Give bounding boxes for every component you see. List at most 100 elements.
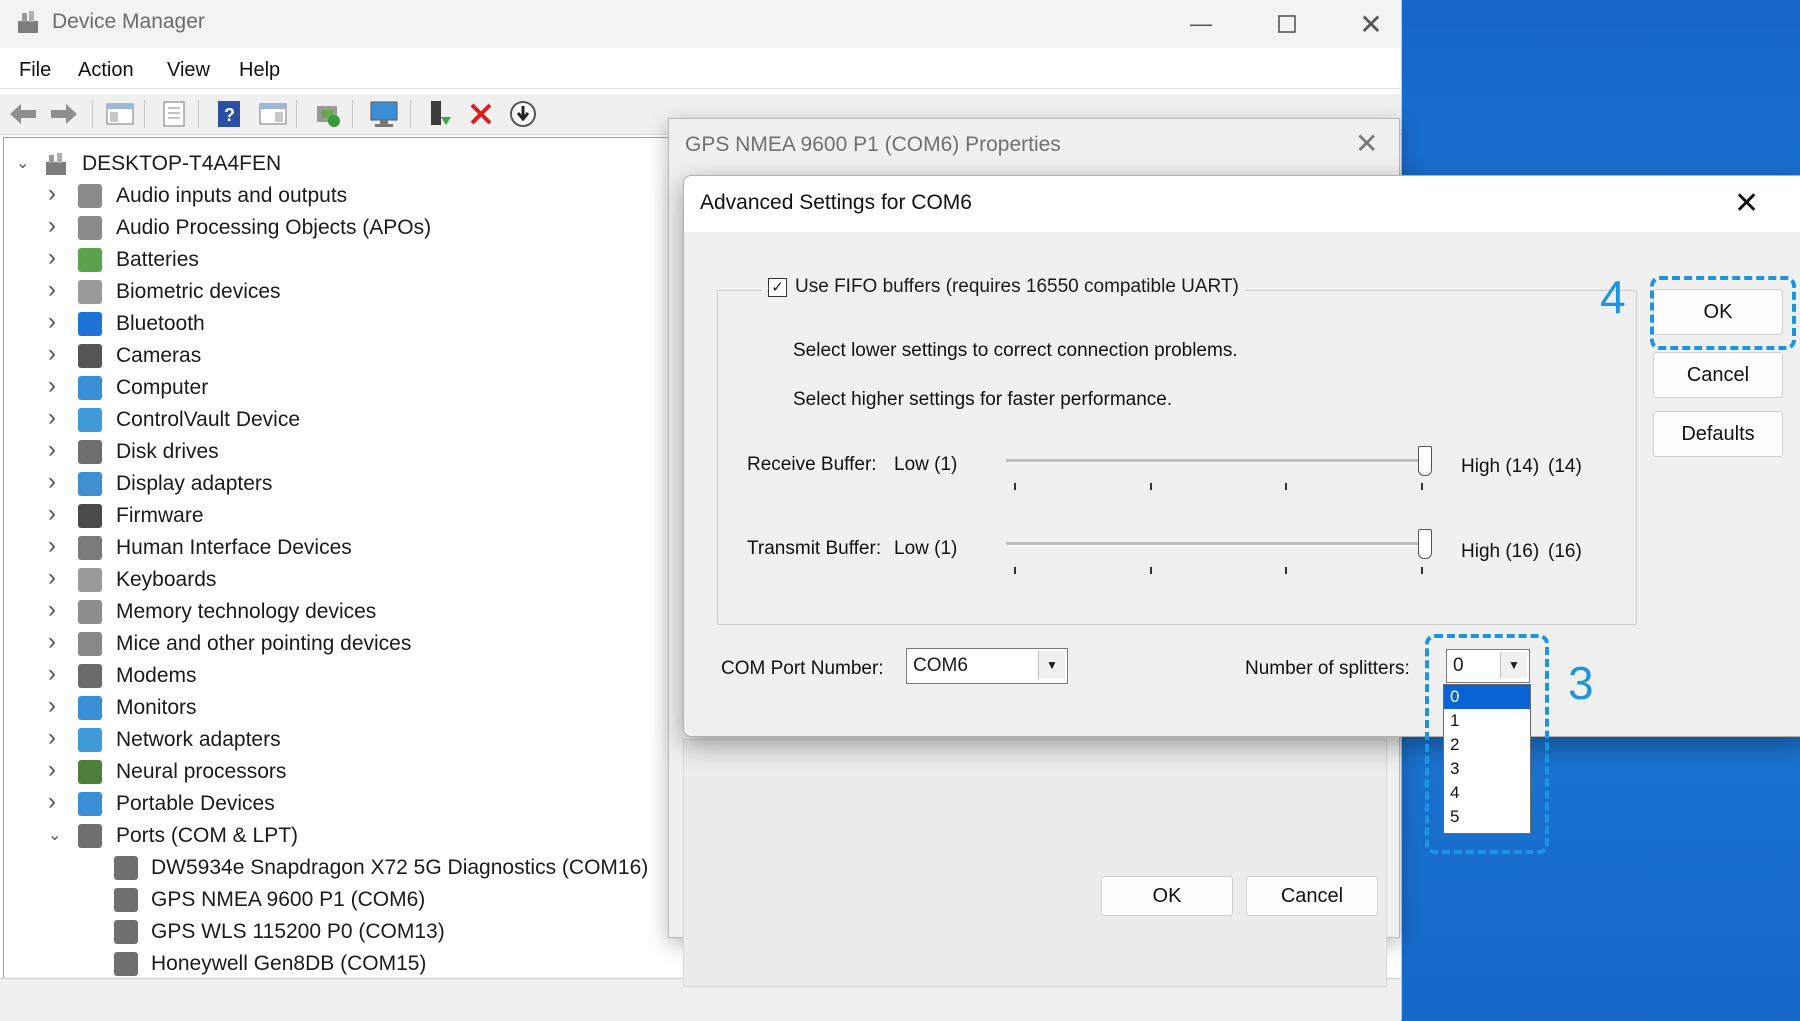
tree-category-label: Modems [116, 664, 197, 687]
monitor-icon [78, 696, 102, 720]
chevron-right-icon[interactable]: › [48, 246, 62, 270]
port-icon [78, 824, 102, 848]
slider-tick [1014, 483, 1016, 490]
chevron-right-icon[interactable]: › [48, 470, 62, 494]
chevron-right-icon[interactable]: › [48, 182, 62, 206]
chevron-right-icon[interactable]: › [48, 758, 62, 782]
modem-icon [78, 664, 102, 688]
fifo-checkbox[interactable]: ✓ [768, 277, 787, 297]
enable-device-button[interactable] [424, 98, 456, 130]
chevron-right-icon[interactable]: › [48, 566, 62, 590]
chevron-down-icon[interactable]: ⌄ [48, 828, 62, 844]
chevron-right-icon[interactable]: › [48, 374, 62, 398]
chevron-right-icon[interactable]: › [48, 310, 62, 334]
advanced-cancel-button[interactable]: Cancel [1653, 352, 1783, 398]
receive-high-label: High (14) [1461, 456, 1540, 477]
menu-view[interactable]: View [167, 59, 210, 82]
receive-buffer-slider-track[interactable] [1006, 459, 1424, 463]
chevron-right-icon[interactable]: › [48, 726, 62, 750]
menu-help[interactable]: Help [239, 59, 280, 82]
monitor-icon [78, 376, 102, 400]
firmware-icon [78, 504, 102, 528]
action-pane-button[interactable] [257, 98, 289, 130]
chevron-right-icon[interactable]: › [48, 214, 62, 238]
back-button[interactable] [7, 98, 39, 130]
step-4-number: 4 [1600, 271, 1626, 323]
tree-category-label: Human Interface Devices [116, 536, 352, 559]
port-icon [114, 856, 138, 880]
advanced-dialog-title-bar: Advanced Settings for COM6 ✕ [684, 176, 1800, 232]
chevron-down-icon[interactable]: ▼ [1038, 651, 1065, 679]
tree-category-label: Audio inputs and outputs [116, 184, 348, 207]
tree-category-label: Firmware [116, 504, 204, 527]
memory-icon [78, 600, 102, 624]
tree-category-label: Memory technology devices [116, 600, 377, 623]
advanced-defaults-button[interactable]: Defaults [1653, 411, 1783, 457]
properties-sheet-icon [163, 101, 185, 127]
receive-low-label: Low (1) [894, 454, 958, 475]
chevron-right-icon[interactable]: › [48, 534, 62, 558]
tree-category-label: Neural processors [116, 760, 287, 783]
tree-category-label: Audio Processing Objects (APOs) [116, 216, 432, 239]
forward-button[interactable] [48, 98, 80, 130]
chevron-right-icon[interactable]: › [48, 630, 62, 654]
close-icon: ✕ [1359, 8, 1383, 40]
receive-buffer-slider-thumb[interactable] [1418, 446, 1432, 476]
chevron-down-icon[interactable]: ⌄ [16, 156, 30, 172]
chevron-right-icon[interactable]: › [48, 278, 62, 302]
transmit-buffer-slider-thumb[interactable] [1418, 529, 1432, 559]
scan-hardware-button[interactable] [368, 98, 400, 130]
maximize-button[interactable] [1254, 0, 1320, 48]
network-monitor-icon [78, 728, 102, 752]
chevron-right-icon[interactable]: › [48, 662, 62, 686]
speaker-icon [78, 184, 102, 208]
step-4-ok-highlight [1650, 276, 1796, 350]
menu-action[interactable]: Action [78, 59, 134, 82]
uninstall-device-button[interactable] [465, 98, 497, 130]
disable-device-button[interactable] [507, 98, 539, 130]
port-icon [114, 952, 138, 976]
advanced-close-button[interactable]: ✕ [1734, 186, 1759, 221]
fifo-checkbox-row[interactable]: ✓ Use FIFO buffers (requires 16550 compa… [762, 276, 1245, 298]
properties-ok-button[interactable]: OK [1101, 876, 1233, 916]
chevron-right-icon[interactable]: › [48, 406, 62, 430]
transmit-buffer-label: Transmit Buffer: [747, 538, 882, 559]
com-port-select[interactable]: COM6 ▼ [906, 648, 1068, 684]
chevron-right-icon[interactable]: › [48, 694, 62, 718]
update-driver-button[interactable] [311, 98, 343, 130]
chip-icon [78, 760, 102, 784]
hint-lower-text: Select lower settings to correct connect… [793, 340, 1238, 361]
minimize-icon: — [1190, 11, 1212, 36]
chevron-right-icon[interactable]: › [48, 598, 62, 622]
chevron-right-icon[interactable]: › [48, 342, 62, 366]
disk-icon [78, 440, 102, 464]
menu-file[interactable]: File [19, 59, 51, 82]
toolbar-separator [92, 100, 93, 128]
device-manager-app-icon [18, 11, 38, 33]
receive-buffer-label: Receive Buffer: [747, 454, 877, 475]
chevron-right-icon[interactable]: › [48, 502, 62, 526]
properties-close-button[interactable]: ✕ [1355, 127, 1378, 160]
show-hide-console-tree-button[interactable] [104, 98, 136, 130]
help-toolbar-button[interactable]: ? [213, 98, 245, 130]
menu-bar: File Action View Help [0, 52, 1401, 89]
properties-toolbar-button[interactable] [158, 98, 190, 130]
forward-arrow-icon [51, 104, 77, 124]
port-icon [114, 888, 138, 912]
chevron-right-icon[interactable]: › [48, 438, 62, 462]
port-device-label: Honeywell Gen8DB (COM15) [151, 952, 427, 975]
tree-category-label: Mice and other pointing devices [116, 632, 412, 655]
action-pane-icon [259, 103, 287, 125]
fingerprint-icon [78, 280, 102, 304]
tree-category-label: Bluetooth [116, 312, 205, 335]
transmit-buffer-slider-track[interactable] [1006, 542, 1424, 546]
mouse-icon [78, 632, 102, 656]
properties-cancel-button[interactable]: Cancel [1246, 876, 1378, 916]
minimize-button[interactable]: — [1168, 0, 1234, 48]
close-button[interactable]: ✕ [1338, 0, 1404, 48]
tree-root-label: DESKTOP-T4A4FEN [82, 152, 282, 175]
portable-device-icon [78, 792, 102, 816]
chevron-right-icon[interactable]: › [48, 790, 62, 814]
device-tree: ⌄ DESKTOP-T4A4FEN › Audio inputs and outp… [3, 137, 684, 978]
title-bar: Device Manager — ✕ [0, 0, 1401, 48]
